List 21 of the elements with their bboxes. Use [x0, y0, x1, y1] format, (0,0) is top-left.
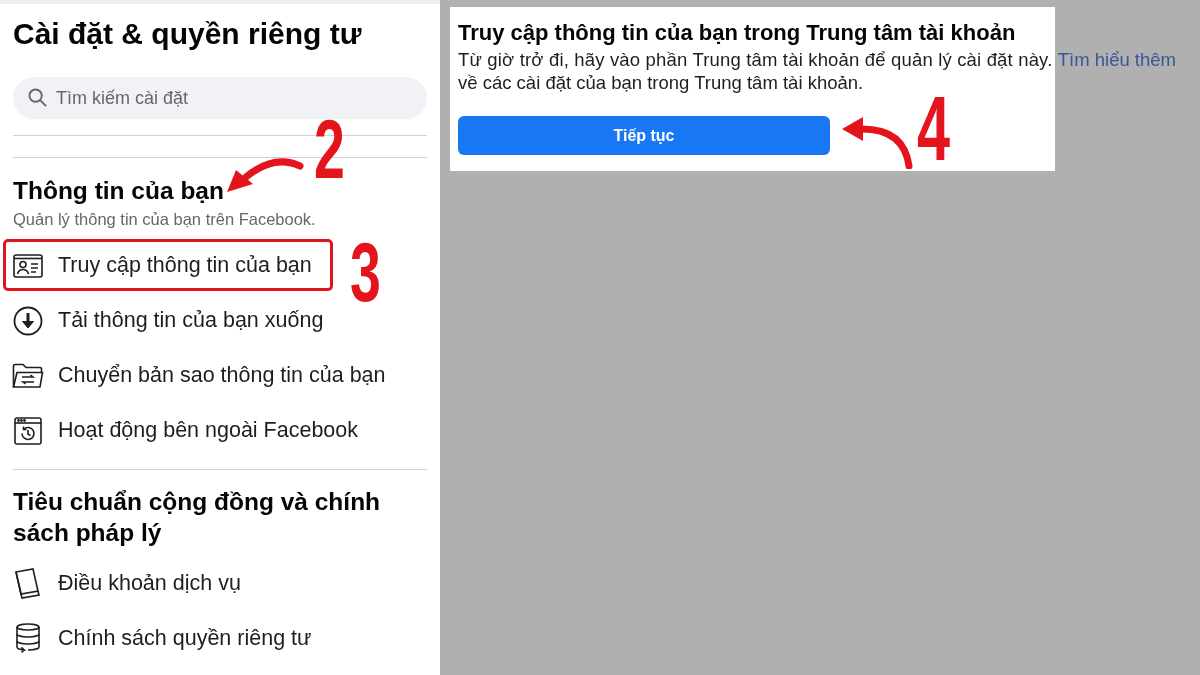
book-icon: [14, 567, 42, 600]
browser-clock-icon: [14, 416, 42, 445]
download-icon: [13, 305, 43, 336]
section-subtitle: Quản lý thông tin của bạn trên Facebook.: [13, 209, 317, 229]
section-heading: Thông tin của bạn: [13, 176, 225, 206]
settings-title: Cài đặt & quyền riêng tư: [13, 16, 363, 52]
id-card-icon: [13, 253, 43, 278]
folder-icon: [12, 362, 44, 389]
database-icon: [15, 622, 41, 655]
dialog-title: Truy cập thông tin của bạn trong Trung tâm tài khoản: [458, 20, 1017, 46]
search-icon: [28, 88, 47, 107]
menu-item[interactable]: Hoạt động bên ngoài Facebook: [13, 403, 359, 458]
section-heading: Tiêu chuẩn cộng đồng và chính sách pháp lý: [13, 487, 382, 548]
menu-item[interactable]: Chính sách quyền riêng tư: [13, 611, 312, 666]
step-number: 3: [350, 230, 381, 314]
menu-item[interactable]: Tải thông tin của bạn xuống: [13, 293, 324, 348]
search-field[interactable]: Tìm kiếm cài đặt: [13, 77, 427, 119]
menu-item[interactable]: Chuyển bản sao thông tin của bạn: [13, 348, 386, 403]
menu-item[interactable]: Điều khoản dịch vụ: [13, 556, 241, 611]
menu-item[interactable]: Truy cập thông tin của bạn: [13, 238, 312, 293]
continue-button[interactable]: Tiếp tục: [458, 116, 830, 155]
